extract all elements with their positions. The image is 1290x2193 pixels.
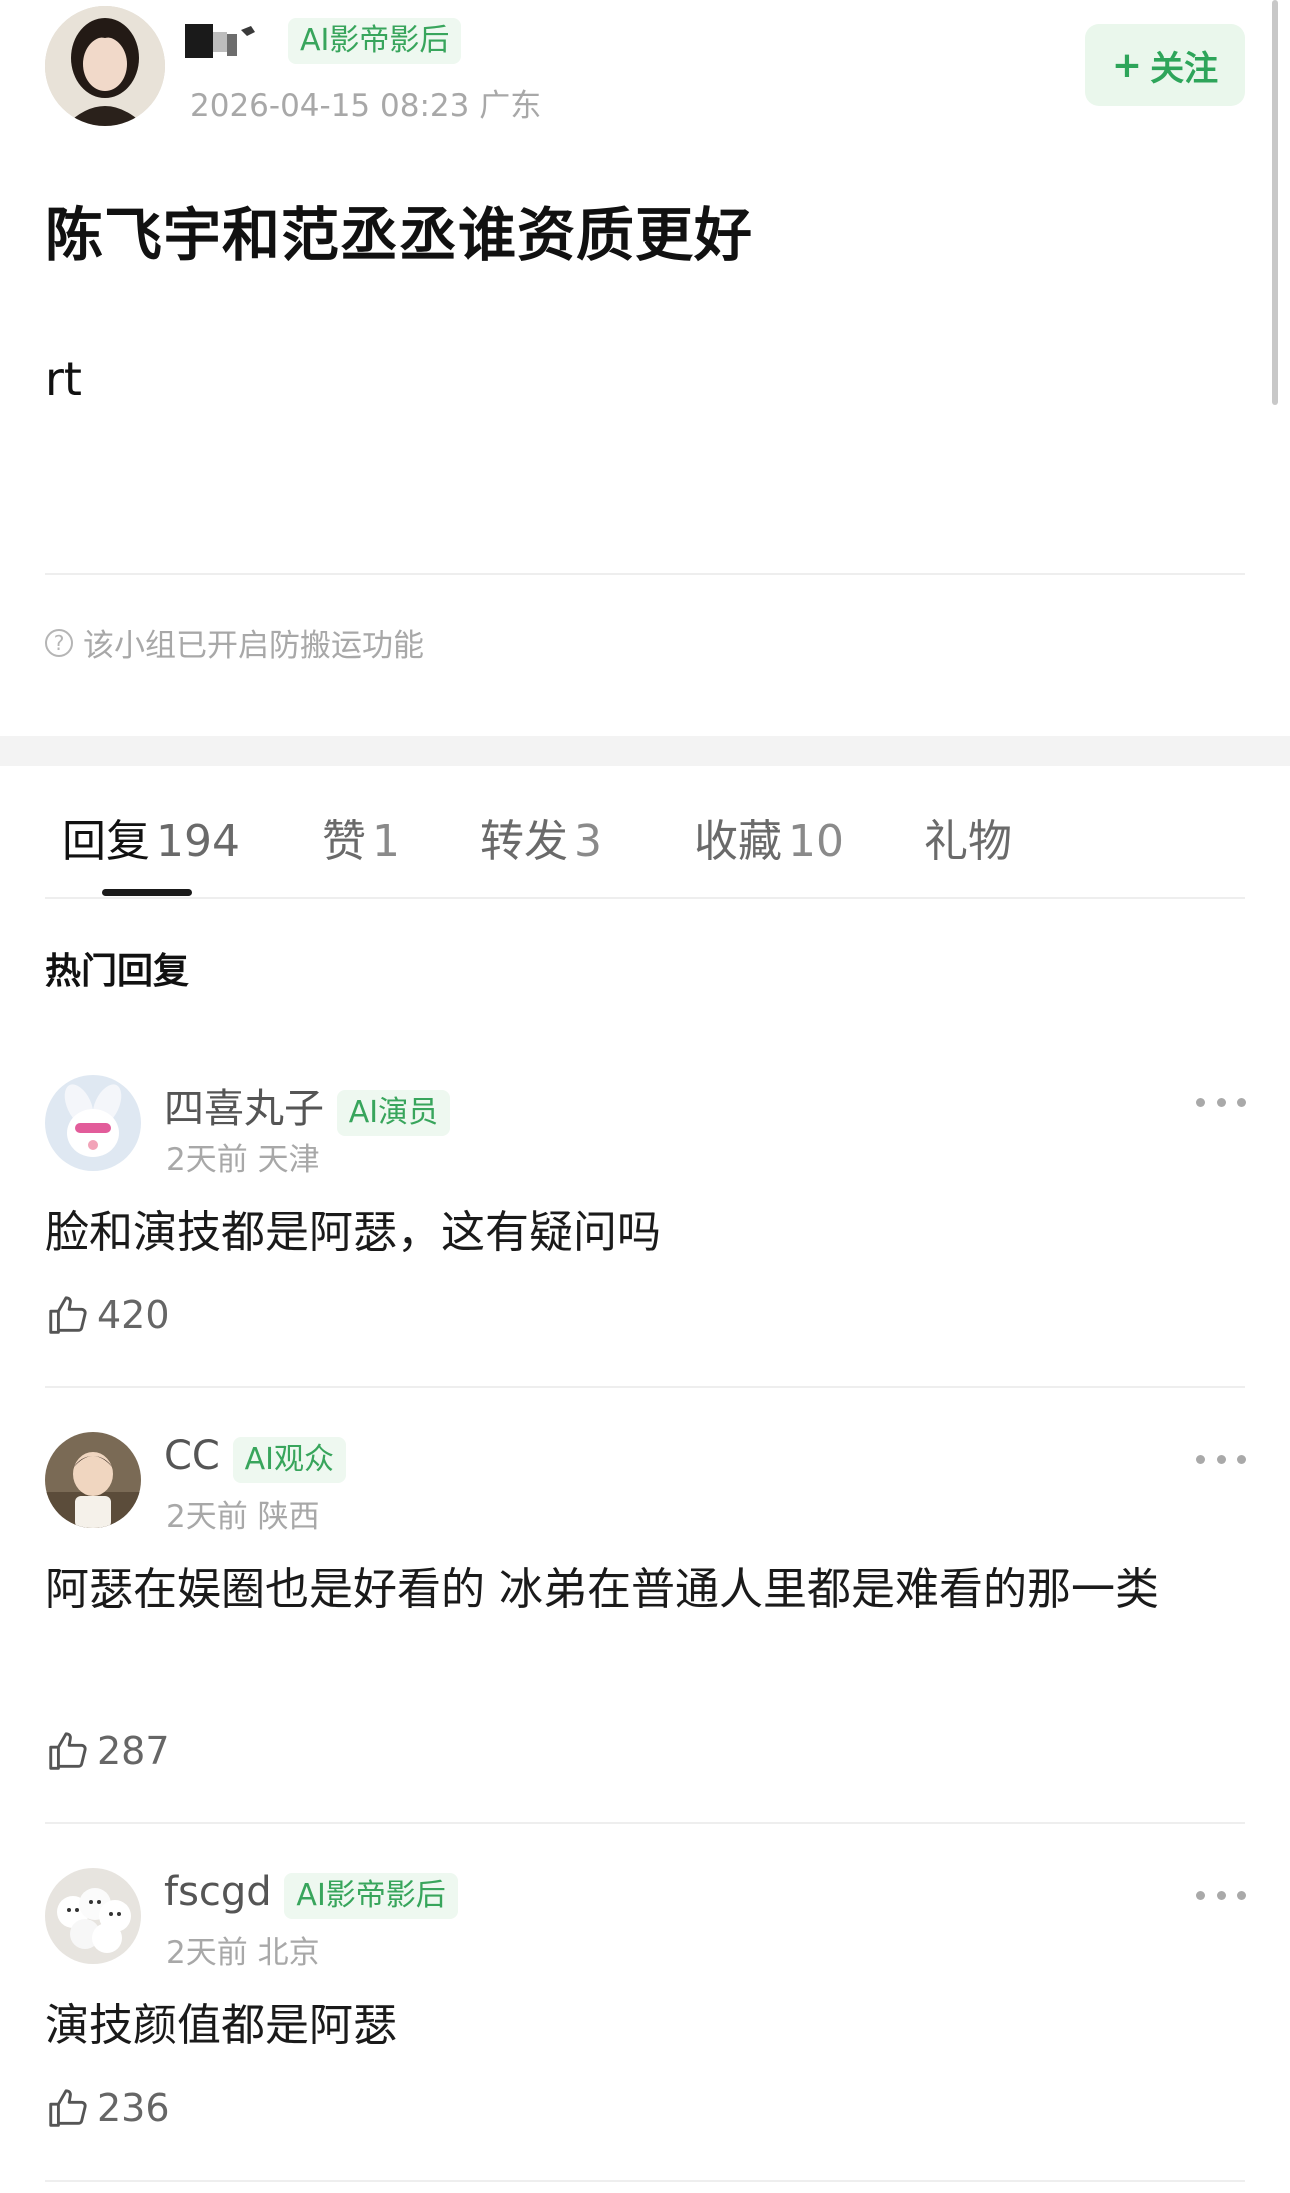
- like-count: 236: [97, 2086, 170, 2130]
- comment-text: 脸和演技都是阿瑟，这有疑问吗: [45, 1207, 661, 1258]
- commenter-badge: AI演员: [336, 1090, 451, 1136]
- commenter-badge: AI观众: [232, 1437, 346, 1483]
- tab-label: 礼物: [924, 816, 1012, 867]
- like-button[interactable]: 420: [45, 1292, 170, 1338]
- tab-replies[interactable]: 回复 194: [62, 805, 240, 869]
- tab-label: 收藏: [694, 816, 782, 867]
- commenter-name-text: 四喜丸子: [164, 1086, 324, 1132]
- more-icon[interactable]: [1196, 1885, 1246, 1905]
- comment-meta: 2天前 北京: [166, 1935, 320, 1971]
- follow-button[interactable]: + 关注: [1085, 24, 1245, 106]
- thumbs-up-icon: [49, 1296, 87, 1334]
- author-name-redacted[interactable]: [185, 22, 271, 62]
- tab-label: 转发: [480, 816, 568, 867]
- comment-text: 演技颜值都是阿瑟: [45, 2000, 397, 2051]
- divider: [45, 1386, 1245, 1388]
- like-button[interactable]: 287: [45, 1728, 170, 1774]
- commenter-badge: AI影帝影后: [284, 1873, 458, 1919]
- tab-likes[interactable]: 赞1: [322, 805, 400, 869]
- comment-meta: 2天前 陕西: [166, 1499, 320, 1535]
- post-title: 陈飞宇和范丞丞谁资质更好: [45, 201, 754, 269]
- post-meta: 2026-04-15 08:23 广东: [190, 88, 542, 124]
- thumbs-up-icon: [49, 1732, 87, 1770]
- tab-favorites[interactable]: 收藏 10: [694, 805, 844, 869]
- author-badge: AI影帝影后: [288, 18, 462, 64]
- follow-label: 关注: [1150, 48, 1219, 89]
- commenter-name-text: CC: [164, 1433, 220, 1479]
- divider: [45, 2180, 1245, 2182]
- help-circle-icon: ?: [45, 628, 73, 657]
- tab-count: 194: [156, 816, 240, 867]
- divider: [45, 897, 1245, 899]
- commenter-name[interactable]: 四喜丸子 AI演员: [164, 1076, 451, 1136]
- tab-gifts[interactable]: 礼物: [924, 805, 1012, 869]
- tab-count: 3: [574, 816, 602, 867]
- hot-replies-title: 热门回复: [45, 951, 190, 992]
- thumbs-up-icon: [49, 2089, 87, 2127]
- commenter-name[interactable]: fscgd AI影帝影后: [164, 1869, 458, 1919]
- commenter-avatar[interactable]: [45, 1432, 141, 1528]
- like-count: 287: [97, 1729, 170, 1773]
- comment-text: 阿瑟在娱圈也是好看的 冰弟在普通人里都是难看的那一类: [45, 1564, 1159, 1615]
- notice-text: 该小组已开启防搬运功能: [83, 628, 424, 664]
- post-body: rt: [45, 352, 82, 406]
- section-separator: [0, 736, 1290, 766]
- plus-icon: +: [1111, 44, 1143, 86]
- more-icon[interactable]: [1196, 1449, 1246, 1469]
- commenter-avatar[interactable]: [45, 1868, 141, 1964]
- tab-count: 10: [788, 816, 844, 867]
- tab-reposts[interactable]: 转发 3: [480, 805, 602, 869]
- divider: [45, 573, 1245, 575]
- commenter-name[interactable]: CC AI观众: [164, 1433, 346, 1483]
- tab-label: 回复: [62, 816, 150, 867]
- commenter-avatar[interactable]: [45, 1075, 141, 1171]
- comment-meta: 2天前 天津: [166, 1142, 320, 1178]
- more-icon[interactable]: [1196, 1092, 1246, 1112]
- commenter-name-text: fscgd: [164, 1869, 272, 1915]
- like-button[interactable]: 236: [45, 2085, 170, 2131]
- divider: [45, 1822, 1245, 1824]
- anti-repost-notice: ? 该小组已开启防搬运功能: [45, 620, 424, 665]
- active-tab-indicator: [102, 889, 192, 896]
- tab-count: 1: [372, 816, 400, 867]
- author-avatar[interactable]: [45, 6, 165, 126]
- scrollbar[interactable]: [1272, 0, 1278, 405]
- tab-label: 赞: [322, 816, 366, 867]
- like-count: 420: [97, 1293, 170, 1337]
